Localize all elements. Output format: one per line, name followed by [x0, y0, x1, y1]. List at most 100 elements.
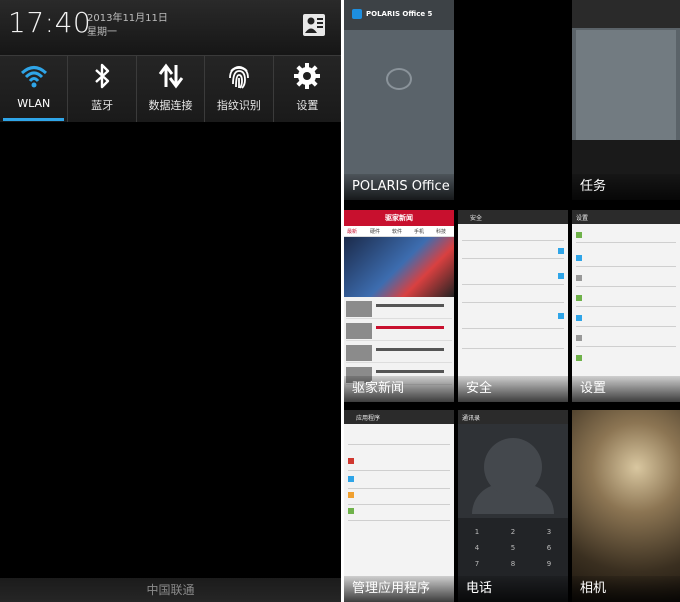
card-label: 相机	[572, 576, 680, 602]
tile-wlan[interactable]: WLAN	[0, 56, 69, 122]
news-hero-image	[344, 237, 454, 297]
tile-fingerprint[interactable]: 指纹识别	[205, 56, 274, 122]
recent-app-tasks[interactable]: 任务	[572, 0, 680, 200]
recent-app-security[interactable]: 安全 安全	[458, 210, 568, 402]
carrier-label: 中国联通	[0, 578, 341, 602]
tile-settings[interactable]: 设置	[274, 56, 341, 122]
news-headline-line	[376, 348, 444, 351]
settings-item-icon	[576, 275, 582, 281]
gear-icon	[293, 62, 321, 90]
app-toolbar: POLARIS Office 5	[344, 0, 454, 30]
card-label: 管理应用程序	[344, 576, 454, 602]
list-divider	[462, 348, 564, 349]
news-tabs: 最新 硬件 软件 手机 科技	[344, 226, 454, 237]
status-header: 17:40 2013年11月11日 星期一	[0, 0, 341, 56]
tab-phone: 手机	[414, 229, 425, 235]
data-transfer-icon	[157, 62, 185, 90]
app-toolbar: 驱家新闻	[344, 210, 454, 226]
list-item	[346, 321, 452, 341]
dial-key: 1	[474, 528, 480, 536]
settings-item-icon	[576, 232, 582, 238]
tile-label: 蓝牙	[91, 99, 114, 112]
app-list-icon	[348, 508, 354, 514]
app-toolbar: 应用程序	[344, 410, 454, 424]
settings-item-icon	[576, 315, 582, 321]
wifi-icon	[20, 62, 48, 90]
tile-bluetooth[interactable]: 蓝牙	[68, 56, 137, 122]
notification-shade: 17:40 2013年11月11日 星期一 WLAN 蓝牙 数据连接 指纹识别 …	[0, 0, 341, 602]
settings-item-icon	[576, 255, 582, 261]
app-toolbar: 安全	[458, 210, 568, 224]
card-label: 任务	[572, 174, 680, 200]
tab-latest: 最新	[347, 229, 358, 235]
list-divider	[348, 520, 450, 521]
tile-label: 数据连接	[148, 99, 193, 112]
list-divider	[576, 266, 676, 267]
tile-data[interactable]: 数据连接	[137, 56, 206, 122]
list-divider	[462, 284, 564, 285]
checkbox-checked	[558, 248, 564, 254]
app-header-title: 设置	[576, 215, 589, 222]
list-item	[346, 343, 452, 363]
checkbox-checked	[558, 313, 564, 319]
news-headline-line	[376, 370, 444, 373]
card-label: 驱家新闻	[344, 376, 454, 402]
dial-key: 8	[510, 560, 516, 568]
card-label: 安全	[458, 376, 568, 402]
news-headline-line	[376, 326, 444, 329]
date-block: 2013年11月11日 星期一	[87, 12, 168, 40]
dial-key: 6	[546, 544, 552, 552]
list-divider	[348, 470, 450, 471]
tab-hardware: 硬件	[370, 229, 381, 235]
list-divider	[576, 346, 676, 347]
app-list-icon	[348, 458, 354, 464]
app-toolbar: 通讯录	[458, 410, 568, 424]
app-list-icon	[348, 492, 354, 498]
quick-settings-bar: WLAN 蓝牙 数据连接 指纹识别 设置	[0, 56, 341, 122]
list-divider	[462, 302, 564, 303]
checkbox-checked	[558, 273, 564, 279]
list-divider	[576, 326, 676, 327]
dial-key: 7	[474, 560, 480, 568]
app-header-title: 通讯录	[462, 415, 481, 422]
recent-app-polaris[interactable]: POLARIS Office 5 POLARIS Office 5	[344, 0, 454, 200]
app-header-title: 安全	[470, 215, 483, 222]
recent-app-settings[interactable]: 设置 设置	[572, 210, 680, 402]
news-headline-line	[376, 304, 444, 307]
recent-app-news[interactable]: 驱家新闻 最新 硬件 软件 手机 科技 驱家新闻	[344, 210, 454, 402]
dial-key: 5	[510, 544, 516, 552]
news-thumbnail	[346, 323, 372, 339]
settings-item-icon	[576, 335, 582, 341]
news-thumbnail	[346, 301, 372, 317]
weekday-text: 星期一	[87, 27, 117, 38]
tile-label: 设置	[296, 99, 319, 112]
dial-key: 4	[474, 544, 480, 552]
list-divider	[576, 286, 676, 287]
chat-bubble-icon	[386, 68, 412, 90]
list-divider	[462, 258, 564, 259]
app-toolbar	[572, 0, 680, 28]
list-divider	[576, 242, 676, 243]
tile-label: 指纹识别	[216, 99, 261, 112]
contact-avatar	[484, 438, 542, 496]
tile-label: WLAN	[17, 97, 51, 110]
recent-app-camera[interactable]: 相机	[572, 410, 680, 602]
bluetooth-icon	[88, 62, 116, 90]
dial-key: 9	[546, 560, 552, 568]
app-header-title: 驱家新闻	[385, 214, 413, 222]
recent-apps-grid: POLARIS Office 5 POLARIS Office 5 任务 驱家新…	[344, 0, 680, 602]
list-divider	[462, 240, 564, 241]
list-divider	[348, 444, 450, 445]
card-label: 电话	[458, 576, 568, 602]
user-settings-icon[interactable]	[302, 13, 326, 37]
news-thumbnail	[346, 345, 372, 361]
recent-app-manage-apps[interactable]: 应用程序 管理应用程序	[344, 410, 454, 602]
tab-tech: 科技	[436, 229, 447, 235]
list-item	[346, 299, 452, 319]
card-label: POLARIS Office 5	[344, 174, 454, 200]
app-header-title: 应用程序	[356, 415, 381, 422]
recent-app-phone[interactable]: 通讯录 1 2 3 4 5 6 7 8 9 电话	[458, 410, 568, 602]
list-divider	[462, 328, 564, 329]
settings-item-icon	[576, 355, 582, 361]
dial-key: 2	[510, 528, 516, 536]
